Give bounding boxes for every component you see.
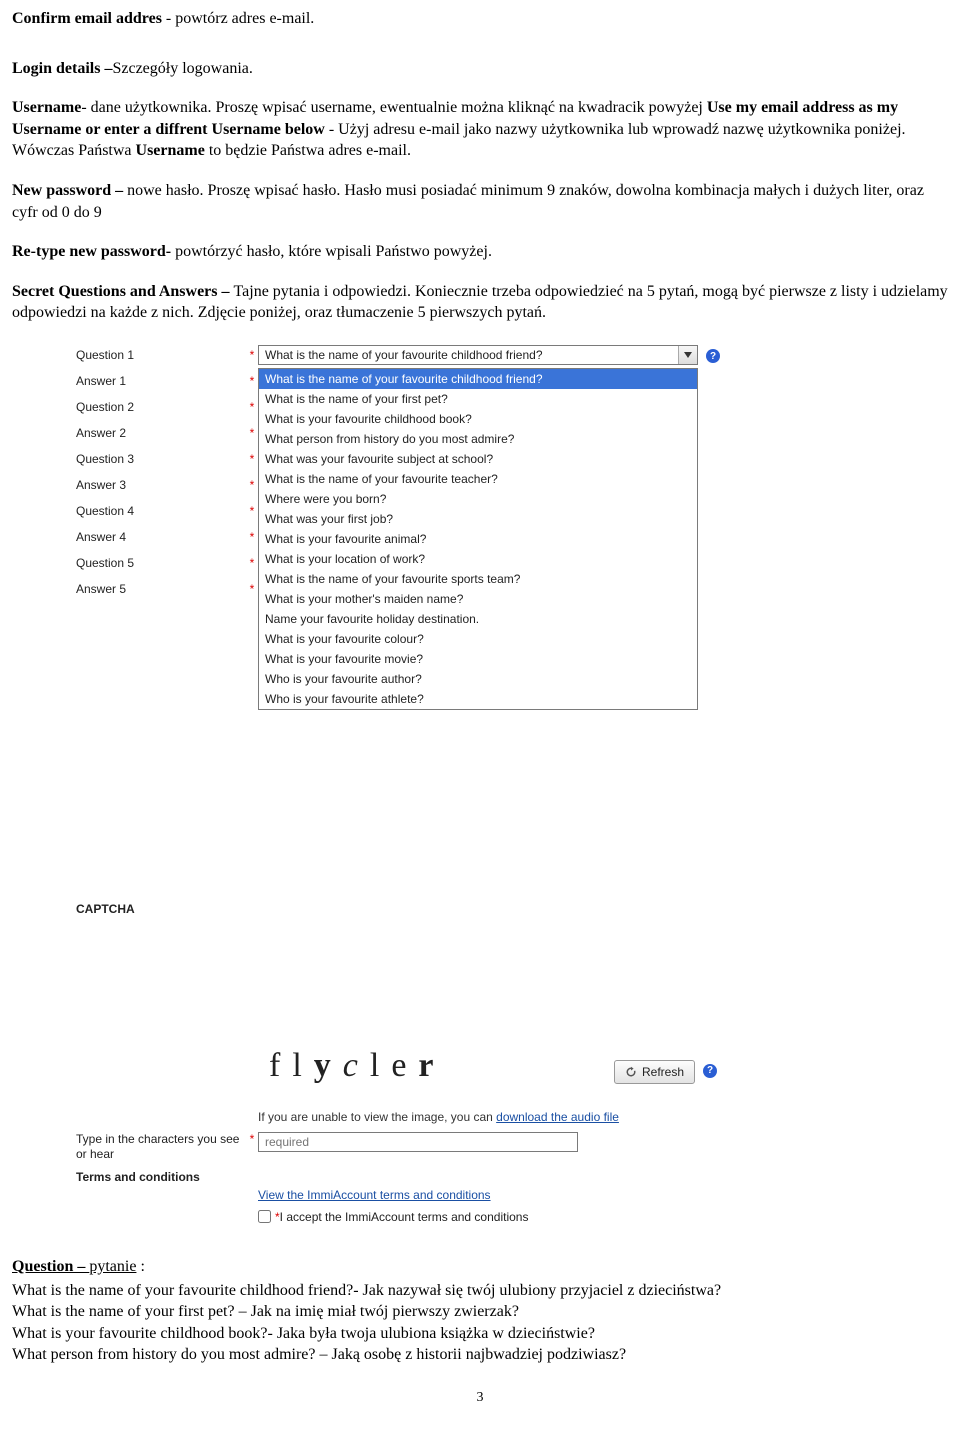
required-star: * bbox=[246, 582, 258, 596]
dropdown-option[interactable]: What is your favourite animal? bbox=[259, 529, 697, 549]
captcha-image: flycler bbox=[258, 1046, 600, 1100]
required-star: * bbox=[246, 478, 258, 492]
dropdown-option[interactable]: What is your favourite movie? bbox=[259, 649, 697, 669]
dropdown-option[interactable]: What person from history do you most adm… bbox=[259, 429, 697, 449]
new-password-text: nowe hasło. Proszę wpisać hasło. Hasło m… bbox=[12, 182, 924, 221]
secret-questions-bold: Secret Questions and Answers – bbox=[12, 283, 234, 300]
dropdown-option[interactable]: What was your first job? bbox=[259, 509, 697, 529]
required-star: * bbox=[246, 426, 258, 440]
form-label: Question 2 bbox=[76, 400, 246, 414]
secret-questions-paragraph: Secret Questions and Answers – Tajne pyt… bbox=[12, 281, 948, 324]
dropdown-option[interactable]: Where were you born? bbox=[259, 489, 697, 509]
confirm-email-bold: Confirm email addres bbox=[12, 10, 162, 27]
captcha-input-label: Type in the characters you see or hear bbox=[76, 1132, 246, 1162]
dropdown-option[interactable]: What was your favourite subject at schoo… bbox=[259, 449, 697, 469]
form-label: Answer 4 bbox=[76, 530, 246, 544]
confirm-email-text: - powtórz adres e-mail. bbox=[162, 10, 314, 27]
dropdown-option[interactable]: What is the name of your favourite sport… bbox=[259, 569, 697, 589]
required-star: * bbox=[246, 452, 258, 466]
confirm-email-line: Confirm email addres - powtórz adres e-m… bbox=[12, 8, 948, 30]
form-label: Question 5 bbox=[76, 556, 246, 570]
username-text1: - dane użytkownika. Proszę wpisać userna… bbox=[81, 99, 707, 116]
dropdown-option[interactable]: What is your favourite colour? bbox=[259, 629, 697, 649]
dropdown-option[interactable]: Who is your favourite athlete? bbox=[259, 689, 697, 709]
form-label: Answer 3 bbox=[76, 478, 246, 492]
dropdown-option[interactable]: What is your mother's maiden name? bbox=[259, 589, 697, 609]
refresh-icon bbox=[625, 1066, 637, 1078]
login-details-text: Szczegóły logowania. bbox=[112, 60, 252, 77]
question-translation-1: What is the name of your favourite child… bbox=[12, 1280, 948, 1302]
security-questions-form: Question 1*What is the name of your favo… bbox=[76, 342, 746, 1228]
required-star: * bbox=[246, 556, 258, 570]
dropdown-option[interactable]: What is your favourite childhood book? bbox=[259, 409, 697, 429]
accept-terms-checkbox[interactable] bbox=[258, 1210, 271, 1223]
dropdown-option[interactable]: Name your favourite holiday destination. bbox=[259, 609, 697, 629]
help-icon[interactable]: ? bbox=[706, 349, 720, 363]
dropdown-option[interactable]: What is your location of work? bbox=[259, 549, 697, 569]
username-bold: Username bbox=[12, 99, 81, 116]
page-number: 3 bbox=[12, 1390, 948, 1406]
captcha-header: CAPTCHA bbox=[76, 902, 746, 916]
retype-password-text: powtórzyć hasło, które wpisali Państwo p… bbox=[171, 243, 492, 260]
question-heading-colon: : bbox=[136, 1258, 144, 1275]
audio-hint: If you are unable to view the image, you… bbox=[258, 1110, 746, 1124]
dropdown-option[interactable]: What is the name of your favourite child… bbox=[259, 369, 697, 389]
question-select[interactable]: What is the name of your favourite child… bbox=[258, 345, 698, 365]
refresh-button[interactable]: Refresh bbox=[614, 1060, 695, 1084]
username-text3: to będzie Państwa adres e-mail. bbox=[205, 142, 411, 159]
terms-header: Terms and conditions bbox=[76, 1170, 746, 1184]
required-star: * bbox=[246, 400, 258, 414]
question-translation-2: What is the name of your first pet? – Ja… bbox=[12, 1301, 948, 1323]
accept-terms-label: I accept the ImmiAccount terms and condi… bbox=[280, 1210, 529, 1224]
username-paragraph: Username- dane użytkownika. Proszę wpisa… bbox=[12, 97, 948, 162]
chevron-down-icon[interactable] bbox=[678, 346, 697, 364]
form-row: Question 1*What is the name of your favo… bbox=[76, 342, 746, 368]
question-heading: Question – pytanie : bbox=[12, 1256, 948, 1278]
terms-link[interactable]: View the ImmiAccount terms and condition… bbox=[258, 1188, 491, 1202]
question-translation-4: What person from history do you most adm… bbox=[12, 1344, 948, 1366]
form-label: Question 3 bbox=[76, 452, 246, 466]
audio-hint-prefix: If you are unable to view the image, you… bbox=[258, 1110, 496, 1124]
dropdown-option[interactable]: What is the name of your favourite teach… bbox=[259, 469, 697, 489]
captcha-input[interactable] bbox=[258, 1132, 578, 1152]
username-bold2: Username bbox=[136, 142, 205, 159]
form-label: Answer 1 bbox=[76, 374, 246, 388]
dropdown-option[interactable]: Who is your favourite author? bbox=[259, 669, 697, 689]
question-heading-text: pytanie bbox=[89, 1258, 136, 1275]
download-audio-link[interactable]: download the audio file bbox=[496, 1110, 619, 1124]
help-icon[interactable]: ? bbox=[703, 1064, 717, 1078]
login-details-line: Login details –Szczegóły logowania. bbox=[12, 58, 948, 80]
question-translation-3: What is your favourite childhood book?- … bbox=[12, 1323, 948, 1345]
required-star: * bbox=[246, 348, 258, 362]
retype-password-paragraph: Re-type new password- powtórzyć hasło, k… bbox=[12, 241, 948, 263]
retype-password-bold: Re-type new password- bbox=[12, 243, 171, 260]
question-heading-bold: Question – bbox=[12, 1258, 89, 1275]
dropdown-option[interactable]: What is the name of your first pet? bbox=[259, 389, 697, 409]
form-label: Answer 2 bbox=[76, 426, 246, 440]
required-star: * bbox=[246, 374, 258, 388]
form-label: Answer 5 bbox=[76, 582, 246, 596]
new-password-bold: New password – bbox=[12, 182, 127, 199]
form-label: Question 1 bbox=[76, 348, 246, 362]
select-value: What is the name of your favourite child… bbox=[259, 348, 678, 362]
required-star: * bbox=[246, 530, 258, 544]
new-password-paragraph: New password – nowe hasło. Proszę wpisać… bbox=[12, 180, 948, 223]
refresh-label: Refresh bbox=[642, 1065, 684, 1079]
form-label: Question 4 bbox=[76, 504, 246, 518]
question-dropdown-list[interactable]: What is the name of your favourite child… bbox=[258, 368, 698, 710]
login-details-bold: Login details – bbox=[12, 60, 112, 77]
required-star: * bbox=[246, 504, 258, 518]
